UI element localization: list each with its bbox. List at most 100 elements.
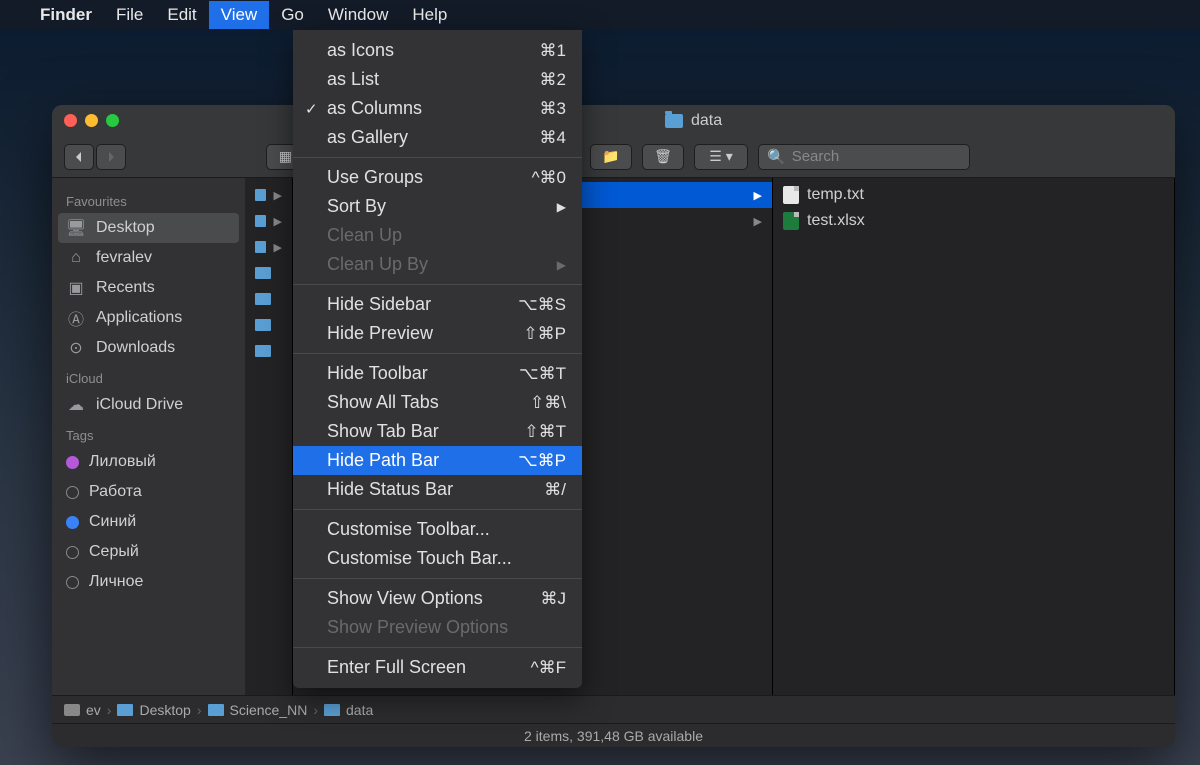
column-3: temp.txttest.xlsx: [773, 178, 1175, 695]
file-item-temp.txt[interactable]: temp.txt: [773, 182, 1174, 208]
status-text: 2 items, 391,48 GB available: [524, 728, 703, 744]
menu-item-clean-up: Clean Up: [293, 221, 582, 250]
action-button[interactable]: ☰ ▾: [694, 144, 748, 170]
menu-item-show-tab-bar[interactable]: Show Tab Bar⇧⌘T: [293, 417, 582, 446]
column-item[interactable]: [245, 286, 292, 312]
search-icon: 🔍: [767, 148, 786, 166]
menu-window[interactable]: Window: [316, 1, 400, 29]
menu-item-customise-touch-bar-[interactable]: Customise Touch Bar...: [293, 544, 582, 573]
menu-item-as-icons[interactable]: as Icons⌘1: [293, 36, 582, 65]
folder-icon: [208, 704, 224, 716]
apps-icon: Ⓐ: [66, 310, 86, 326]
menu-file[interactable]: File: [104, 1, 155, 29]
menu-help[interactable]: Help: [400, 1, 459, 29]
sidebar-section-icloud: iCloud: [52, 363, 245, 390]
file-icon: [783, 212, 799, 230]
tag-dot-icon: [66, 486, 79, 499]
sidebar-item-applications[interactable]: ⒶApplications: [52, 303, 245, 333]
path-segment[interactable]: ev: [86, 702, 101, 718]
view-menu-dropdown: as Icons⌘1as List⌘2✓as Columns⌘3as Galle…: [293, 30, 582, 688]
status-bar: 2 items, 391,48 GB available: [52, 723, 1175, 747]
menu-item-show-view-options[interactable]: Show View Options⌘J: [293, 584, 582, 613]
tag-dot-icon: [66, 546, 79, 559]
folder-icon: [665, 114, 683, 128]
sidebar-item-downloads[interactable]: ⊙Downloads: [52, 333, 245, 363]
close-button[interactable]: [64, 114, 77, 127]
menu-item-as-gallery[interactable]: as Gallery⌘4: [293, 123, 582, 152]
recents-icon: ▣: [66, 280, 86, 296]
sidebar-item-desktop[interactable]: 🖥Desktop: [58, 213, 239, 243]
folder-icon: [255, 241, 266, 253]
folder-icon: [255, 319, 271, 331]
column-item[interactable]: [245, 312, 292, 338]
folder-icon: [255, 215, 266, 227]
path-bar: ev›Desktop›Science_NN›data: [52, 695, 1175, 723]
menu-item-as-columns[interactable]: ✓as Columns⌘3: [293, 94, 582, 123]
file-item-test.xlsx[interactable]: test.xlsx: [773, 208, 1174, 234]
column-1: ▶ ▶ ▶: [245, 178, 293, 695]
tag-dot-icon: [66, 456, 79, 469]
menu-go[interactable]: Go: [269, 1, 316, 29]
forward-button[interactable]: [96, 144, 126, 170]
menu-item-hide-path-bar[interactable]: Hide Path Bar⌥⌘P: [293, 446, 582, 475]
column-item[interactable]: ▶: [245, 208, 292, 234]
tag-dot-icon: [66, 576, 79, 589]
sidebar-item-серый[interactable]: Серый: [52, 537, 245, 567]
path-segment[interactable]: data: [346, 702, 373, 718]
folder-icon: [117, 704, 133, 716]
column-item[interactable]: ▶: [245, 182, 292, 208]
downloads-icon: ⊙: [66, 340, 86, 356]
menu-item-hide-sidebar[interactable]: Hide Sidebar⌥⌘S: [293, 290, 582, 319]
fullscreen-button[interactable]: [106, 114, 119, 127]
menu-item-show-preview-options: Show Preview Options: [293, 613, 582, 642]
sidebar-section-tags: Tags: [52, 420, 245, 447]
menu-item-use-groups[interactable]: Use Groups^⌘0: [293, 163, 582, 192]
sidebar-item-работа[interactable]: Работа: [52, 477, 245, 507]
finder-window: data ▦ ☰ ▥ ▭ ▦ ▾ ◖● 📁 🗑 ☰ ▾ 🔍 Search: [52, 105, 1175, 747]
menu-item-clean-up-by: Clean Up By▶: [293, 250, 582, 279]
menu-item-enter-full-screen[interactable]: Enter Full Screen^⌘F: [293, 653, 582, 682]
menu-item-show-all-tabs[interactable]: Show All Tabs⇧⌘\: [293, 388, 582, 417]
menu-item-as-list[interactable]: as List⌘2: [293, 65, 582, 94]
menu-view[interactable]: View: [209, 1, 270, 29]
path-segment[interactable]: Science_NN: [230, 702, 308, 718]
sidebar-item-лиловый[interactable]: Лиловый: [52, 447, 245, 477]
sidebar-item-личное[interactable]: Личное: [52, 567, 245, 597]
sidebar-item-icloud drive[interactable]: ☁iCloud Drive: [52, 390, 245, 420]
folder-icon: [324, 704, 340, 716]
minimize-button[interactable]: [85, 114, 98, 127]
column-item[interactable]: ▶: [245, 234, 292, 260]
sidebar: Favourites🖥Desktop⌂fevralev▣RecentsⒶAppl…: [52, 178, 245, 695]
menu-item-sort-by[interactable]: Sort By▶: [293, 192, 582, 221]
sidebar-item-recents[interactable]: ▣Recents: [52, 273, 245, 303]
file-icon: [783, 186, 799, 204]
menu-item-hide-status-bar[interactable]: Hide Status Bar⌘/: [293, 475, 582, 504]
folder-icon: [255, 189, 266, 201]
disk-icon: [64, 704, 80, 716]
folder-icon: [255, 293, 271, 305]
menu-item-customise-toolbar-[interactable]: Customise Toolbar...: [293, 515, 582, 544]
tag-dot-icon: [66, 516, 79, 529]
desktop-icon: 🖥: [66, 220, 86, 236]
sidebar-section-favourites: Favourites: [52, 186, 245, 213]
folder-icon: [255, 345, 271, 357]
menu-app[interactable]: Finder: [28, 1, 104, 29]
window-controls: [64, 114, 119, 127]
new-folder-button[interactable]: 📁: [590, 144, 632, 170]
window-title: data: [665, 112, 722, 130]
titlebar: data ▦ ☰ ▥ ▭ ▦ ▾ ◖● 📁 🗑 ☰ ▾ 🔍 Search: [52, 105, 1175, 178]
window-title-text: data: [691, 112, 722, 130]
column-item[interactable]: [245, 338, 292, 364]
menu-item-hide-preview[interactable]: Hide Preview⇧⌘P: [293, 319, 582, 348]
path-segment[interactable]: Desktop: [139, 702, 190, 718]
column-item[interactable]: [245, 260, 292, 286]
sidebar-item-fevralev[interactable]: ⌂fevralev: [52, 243, 245, 273]
delete-button[interactable]: 🗑: [642, 144, 684, 170]
back-button[interactable]: [64, 144, 94, 170]
search-field[interactable]: 🔍 Search: [758, 144, 970, 170]
menu-item-hide-toolbar[interactable]: Hide Toolbar⌥⌘T: [293, 359, 582, 388]
sidebar-item-синий[interactable]: Синий: [52, 507, 245, 537]
home-icon: ⌂: [66, 250, 86, 266]
menu-edit[interactable]: Edit: [155, 1, 208, 29]
menubar: Finder File Edit View Go Window Help: [0, 0, 1200, 30]
